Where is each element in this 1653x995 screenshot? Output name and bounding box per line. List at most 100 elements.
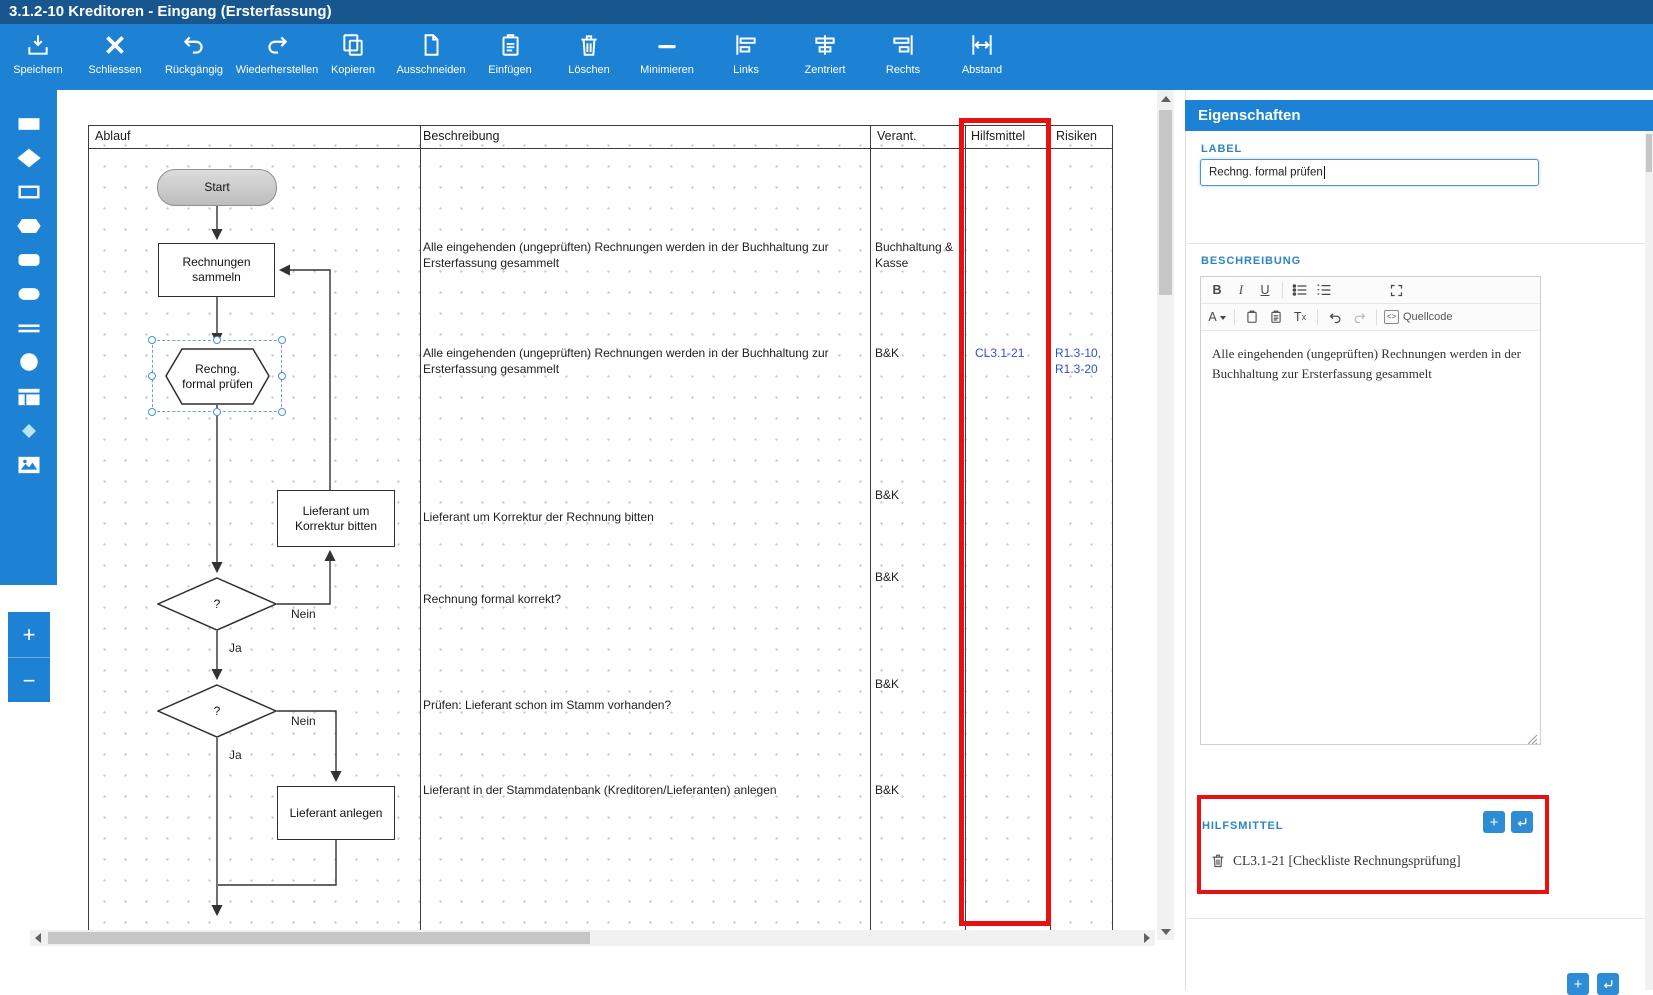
toolbar-button-minimieren[interactable]: Minimieren [625, 30, 709, 86]
label-input[interactable]: Rechng. formal prüfen [1200, 159, 1539, 186]
flow-node-start[interactable]: Start [157, 169, 277, 206]
toolbar-button-rueckgaengig[interactable]: Rückgängig [152, 30, 236, 86]
quellcode-button[interactable]: <> Quellcode [1382, 306, 1455, 328]
image-shape-icon[interactable] [15, 451, 43, 479]
selection-handle[interactable] [148, 408, 156, 416]
align-left-icon [704, 30, 788, 62]
rectangle-shape-icon[interactable] [15, 110, 43, 138]
circle-shape-icon[interactable] [15, 348, 43, 376]
toolbar-separator [1317, 309, 1318, 325]
assign-hilfsmittel-button[interactable] [1511, 811, 1533, 833]
copy-icon [311, 30, 395, 62]
toolbar-button-ausschneiden[interactable]: Ausschneiden [389, 30, 473, 86]
zoom-out-button[interactable]: − [8, 657, 50, 702]
panel-scrollbar-thumb[interactable] [1646, 134, 1652, 172]
toolbar-label: Ausschneiden [396, 64, 466, 76]
add-hilfsmittel-button[interactable]: + [1483, 811, 1505, 833]
toolbar-label: Einfügen [488, 64, 532, 76]
table-shape-icon[interactable] [15, 383, 43, 411]
left-arrow-icon [30, 933, 41, 943]
window-title: 3.1.2-10 Kreditoren - Eingang (Ersterfas… [9, 3, 332, 20]
flow-node-rechnungen-sammeln[interactable]: Rechnungen sammeln [158, 243, 275, 297]
paste-icon [468, 30, 552, 62]
editor-redo-button[interactable] [1347, 306, 1371, 328]
zoom-controls: + − [8, 612, 50, 702]
parallel-lines-shape-icon[interactable] [15, 314, 43, 342]
vertical-scrollbar-thumb[interactable] [1159, 110, 1172, 295]
editor-resize-handle[interactable] [1527, 731, 1538, 745]
scroll-up-button[interactable] [1157, 90, 1174, 107]
toolbar-button-schliessen[interactable]: Schliessen [73, 30, 157, 86]
quellcode-label: Quellcode [1403, 311, 1453, 323]
toolbar-separator [1282, 282, 1283, 298]
flow-node-decision-2[interactable]: ? [156, 684, 278, 738]
flow-node-lieferant-korrektur[interactable]: Lieferant um Korrektur bitten [277, 490, 395, 547]
rectangle-outline-shape-icon[interactable] [15, 178, 43, 206]
flow-node-decision-1[interactable]: ? [156, 577, 278, 631]
edge-label-ja: Ja [229, 641, 242, 655]
selection-handle[interactable] [213, 336, 221, 344]
underline-button[interactable]: U [1253, 279, 1277, 301]
diamond-shape-icon[interactable] [15, 144, 43, 172]
scroll-down-button[interactable] [1157, 923, 1174, 940]
scroll-left-button[interactable] [30, 930, 46, 946]
redo-icon [235, 30, 319, 62]
horizontal-scrollbar-thumb[interactable] [48, 932, 590, 944]
hexagon-shape-icon[interactable] [15, 212, 43, 240]
clear-formatting-button[interactable]: Tx [1288, 306, 1312, 328]
next-section-assign-button[interactable] [1597, 973, 1619, 995]
selection-handle[interactable] [278, 336, 286, 344]
selection-handle[interactable] [278, 408, 286, 416]
selection-handle[interactable] [278, 372, 286, 380]
hilfsmittel-item-label: CL3.1-21 [Checkliste Rechnungsprüfung] [1233, 853, 1461, 868]
editor-undo-button[interactable] [1323, 306, 1347, 328]
zoom-in-button[interactable]: + [8, 612, 50, 657]
toolbar-label: Rückgängig [164, 64, 224, 76]
selection-handle[interactable] [148, 372, 156, 380]
editor-text: Alle eingehenden (ungeprüften) Rechnunge… [1212, 346, 1521, 382]
toolbar-button-speichern[interactable]: Speichern [0, 30, 80, 86]
selection-handle[interactable] [148, 336, 156, 344]
paste-plain-button[interactable] [1240, 306, 1264, 328]
vertical-scrollbar[interactable] [1157, 90, 1174, 940]
flow-connectors [211, 206, 342, 917]
delete-hilfsmittel-icon[interactable] [1210, 852, 1226, 874]
toolbar-button-wiederherstellen[interactable]: Wiederherstellen [235, 30, 319, 86]
editor-content[interactable]: Alle eingehenden (ungeprüften) Rechnunge… [1201, 331, 1540, 745]
minimize-icon [625, 30, 709, 62]
toolbar-button-links[interactable]: Links [704, 30, 788, 86]
bold-button[interactable]: B [1205, 279, 1229, 301]
section-divider [1185, 918, 1653, 919]
numbered-list-button[interactable] [1312, 279, 1336, 301]
maximize-editor-button[interactable] [1384, 279, 1408, 301]
horizontal-scrollbar[interactable] [30, 930, 1155, 946]
scroll-right-button[interactable] [1139, 930, 1155, 946]
toolbar-button-abstand[interactable]: Abstand [940, 30, 1024, 86]
save-icon [0, 30, 80, 62]
diagram-canvas[interactable]: Ablauf Beschreibung Verant. Hilfsmittel … [57, 90, 1155, 930]
node-label: ? [213, 596, 221, 611]
flow-node-lieferant-anlegen[interactable]: Lieferant anlegen [277, 786, 395, 840]
paste-from-word-button[interactable] [1264, 306, 1288, 328]
toolbar-button-zentriert[interactable]: Zentriert [783, 30, 867, 86]
toolbar-button-einfuegen[interactable]: Einfügen [468, 30, 552, 86]
down-arrow-icon [1160, 928, 1171, 940]
undo-icon [152, 30, 236, 62]
rounded-rectangle-shape-icon[interactable] [15, 246, 43, 274]
next-section-add-button[interactable]: + [1567, 973, 1589, 995]
dropdown-caret-icon [1219, 315, 1226, 323]
spacing-icon [940, 30, 1024, 62]
toolbar-label: Zentriert [804, 64, 846, 76]
selection-handle[interactable] [213, 408, 221, 416]
font-color-button[interactable]: A [1205, 306, 1229, 328]
properties-panel-header: Eigenschaften [1185, 100, 1653, 131]
toolbar-button-loeschen[interactable]: Löschen [547, 30, 631, 86]
toolbar-button-kopieren[interactable]: Kopieren [311, 30, 395, 86]
italic-button[interactable]: I [1229, 279, 1253, 301]
small-diamond-shape-icon[interactable] [15, 417, 43, 445]
toolbar-button-rechts[interactable]: Rechts [861, 30, 945, 86]
bullet-list-button[interactable] [1288, 279, 1312, 301]
window-title-bar: 3.1.2-10 Kreditoren - Eingang (Ersterfas… [0, 0, 1653, 24]
panel-scrollbar[interactable] [1645, 131, 1653, 990]
stadium-shape-icon[interactable] [15, 280, 43, 308]
